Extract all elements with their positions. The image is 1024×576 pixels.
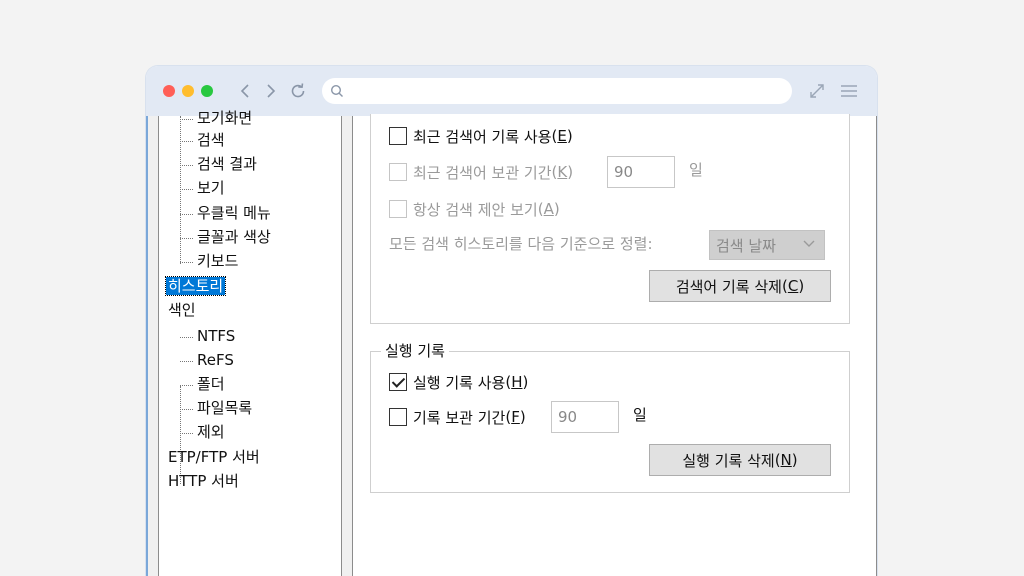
browser-titlebar [146,66,877,116]
checkbox-box[interactable] [389,127,407,145]
tree-item-search-results[interactable]: 검색 결과 [180,154,257,174]
tree-item-index[interactable]: 색인 [168,300,196,320]
tree-item-history[interactable]: 히스토리 [164,276,227,296]
tree-item-search[interactable]: 검색 [180,130,225,150]
back-arrow-icon[interactable] [234,78,256,104]
tree-item-view[interactable]: 보기 [180,178,225,198]
chevron-down-icon [803,240,815,247]
checkbox-box[interactable] [389,373,407,391]
checkbox-box[interactable] [389,408,407,426]
delete-search-history-button[interactable]: 검색어 기록 삭제(C) [649,270,831,302]
delete-run-history-button[interactable]: 실행 기록 삭제(N) [649,444,831,476]
tree-item-folders[interactable]: 폴더 [180,374,225,394]
tree-item-http-server[interactable]: HTTP 서버 [168,471,239,491]
forward-arrow-icon[interactable] [260,78,282,104]
options-dialog: 모기화면 검색 검색 결과 보기 우클릭 메뉴 글꼴과 색상 키보드 히스토리 … [146,109,877,576]
days-unit-label: 일 [689,161,703,179]
sort-history-label: 모든 검색 히스토리를 다음 기준으로 정렬: [389,234,653,253]
days-unit-label: 일 [633,406,647,424]
menu-icon[interactable] [838,78,860,104]
address-bar[interactable] [322,78,792,104]
always-suggest-checkbox[interactable]: 항상 검색 제안 보기(A) [389,198,560,220]
tree-item-ntfs[interactable]: NTFS [180,326,235,346]
tree-item-file-lists[interactable]: 파일목록 [180,398,252,418]
checkbox-box[interactable] [389,163,407,181]
sort-history-dropdown[interactable]: 검색 날짜 [709,230,825,260]
expand-icon[interactable] [806,78,828,104]
tree-item-keyboard[interactable]: 키보드 [180,251,238,271]
run-history-keep-checkbox[interactable]: 기록 보관 기간(F) [389,406,526,428]
close-window-button[interactable] [163,85,175,97]
maximize-window-button[interactable] [201,85,213,97]
tree-item-context-menu[interactable]: 우클릭 메뉴 [180,203,271,223]
tree-item-refs[interactable]: ReFS [180,350,234,370]
history-settings-panel: 최근 검색어 기록 사용(E) 최근 검색어 보관 기간(K) 90 일 항상 … [352,114,877,576]
search-icon [330,84,343,97]
tree-item-fonts-colors[interactable]: 글꼴과 색상 [180,227,271,247]
tree-item-etp-ftp-server[interactable]: ETP/FTP 서버 [168,447,260,467]
reload-icon[interactable] [287,78,309,104]
run-history-group: 실행 기록 실행 기록 사용(H) 기록 보관 기간(F) 90 일 실행 기록… [370,341,850,493]
tree-item-home[interactable]: 모기화면 [180,108,252,128]
run-history-enable-checkbox[interactable]: 실행 기록 사용(H) [389,371,528,393]
run-history-group-title: 실행 기록 [381,341,449,361]
recent-search-keep-checkbox[interactable]: 최근 검색어 보관 기간(K) [389,161,573,183]
checkbox-box[interactable] [389,200,407,218]
settings-tree: 모기화면 검색 검색 결과 보기 우클릭 메뉴 글꼴과 색상 키보드 히스토리 … [158,109,342,576]
tree-item-exclude[interactable]: 제외 [180,422,225,442]
run-history-keep-days-field[interactable]: 90 [551,401,619,433]
address-input[interactable] [350,81,780,101]
recent-search-enable-checkbox[interactable]: 최근 검색어 기록 사용(E) [389,125,573,147]
browser-window: 모기화면 검색 검색 결과 보기 우클릭 메뉴 글꼴과 색상 키보드 히스토리 … [146,66,877,576]
search-history-group: 최근 검색어 기록 사용(E) 최근 검색어 보관 기간(K) 90 일 항상 … [370,114,850,324]
recent-search-keep-days-field[interactable]: 90 [607,156,675,188]
minimize-window-button[interactable] [182,85,194,97]
